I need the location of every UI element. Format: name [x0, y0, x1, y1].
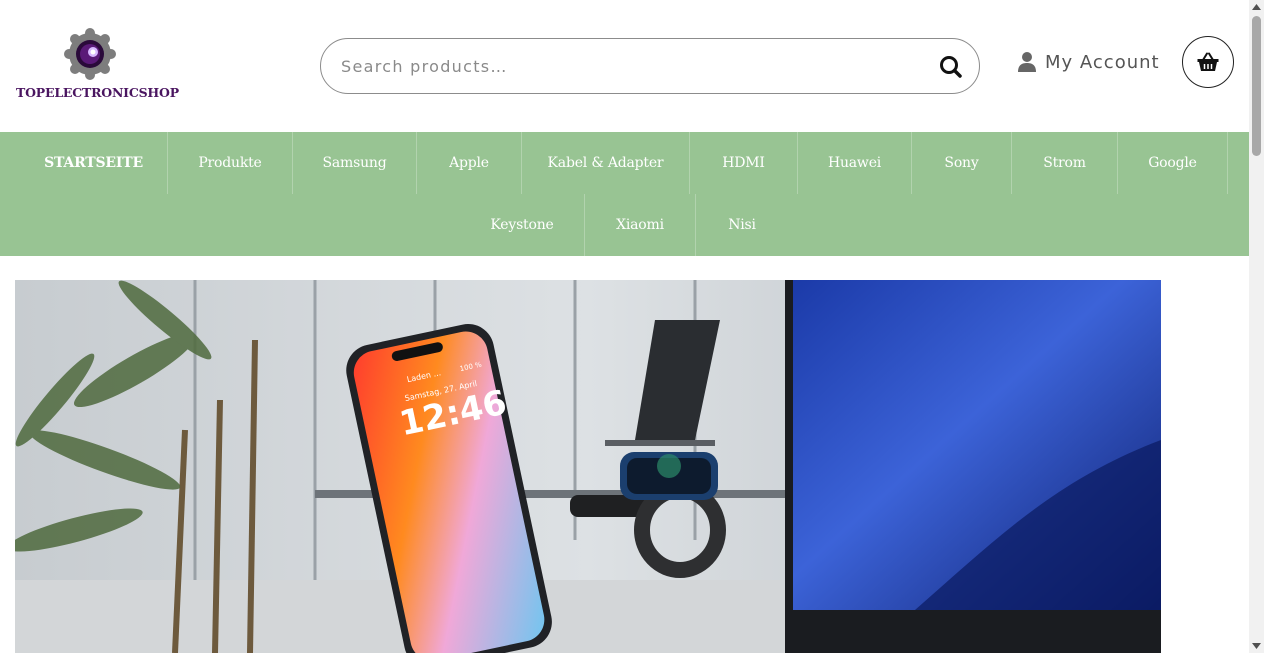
search-input[interactable]: [341, 51, 921, 81]
scroll-down-arrow-icon[interactable]: [1249, 638, 1264, 653]
cart-button[interactable]: [1182, 36, 1234, 88]
nav-item-strom[interactable]: Strom: [1012, 132, 1118, 194]
brand-name: TOPELECTRONICSHOP: [16, 85, 179, 100]
scroll-up-arrow-icon[interactable]: [1249, 0, 1264, 15]
my-account-link[interactable]: My Account: [1018, 48, 1160, 76]
camera-lens-logo-icon: [64, 28, 116, 80]
nav-row-1: STARTSEITE Produkte Samsung Apple Kabel …: [0, 132, 1249, 194]
search-icon[interactable]: [937, 53, 965, 81]
site-logo[interactable]: TOPELECTRONICSHOP: [16, 26, 179, 104]
hero-image: Laden ... 100 % Samstag, 27. April 12:46: [15, 280, 1161, 653]
nav-row-2: Keystone Xiaomi Nisi: [0, 194, 1249, 256]
nav-item-kabel-adapter[interactable]: Kabel & Adapter: [522, 132, 690, 194]
nav-item-xiaomi[interactable]: Xiaomi: [585, 194, 696, 256]
user-icon: [1018, 52, 1036, 72]
scrollbar-thumb[interactable]: [1252, 16, 1261, 156]
search-bar: [320, 38, 980, 94]
site-header: TOPELECTRONICSHOP My Account: [0, 0, 1249, 132]
nav-item-google[interactable]: Google: [1118, 132, 1228, 194]
nav-item-apple[interactable]: Apple: [417, 132, 522, 194]
nav-item-sony[interactable]: Sony: [912, 132, 1012, 194]
hero-banner[interactable]: Laden ... 100 % Samstag, 27. April 12:46: [15, 280, 1161, 653]
nav-item-hdmi[interactable]: HDMI: [690, 132, 798, 194]
nav-item-nisi[interactable]: Nisi: [696, 194, 788, 256]
nav-item-huawei[interactable]: Huawei: [798, 132, 912, 194]
nav-item-startseite[interactable]: STARTSEITE: [20, 132, 168, 194]
main-navigation: STARTSEITE Produkte Samsung Apple Kabel …: [0, 132, 1249, 256]
my-account-label: My Account: [1045, 51, 1160, 73]
nav-item-keystone[interactable]: Keystone: [460, 194, 585, 256]
nav-item-produkte[interactable]: Produkte: [168, 132, 293, 194]
page-scrollbar[interactable]: [1249, 0, 1264, 653]
basket-icon: [1197, 52, 1219, 71]
nav-item-samsung[interactable]: Samsung: [293, 132, 417, 194]
